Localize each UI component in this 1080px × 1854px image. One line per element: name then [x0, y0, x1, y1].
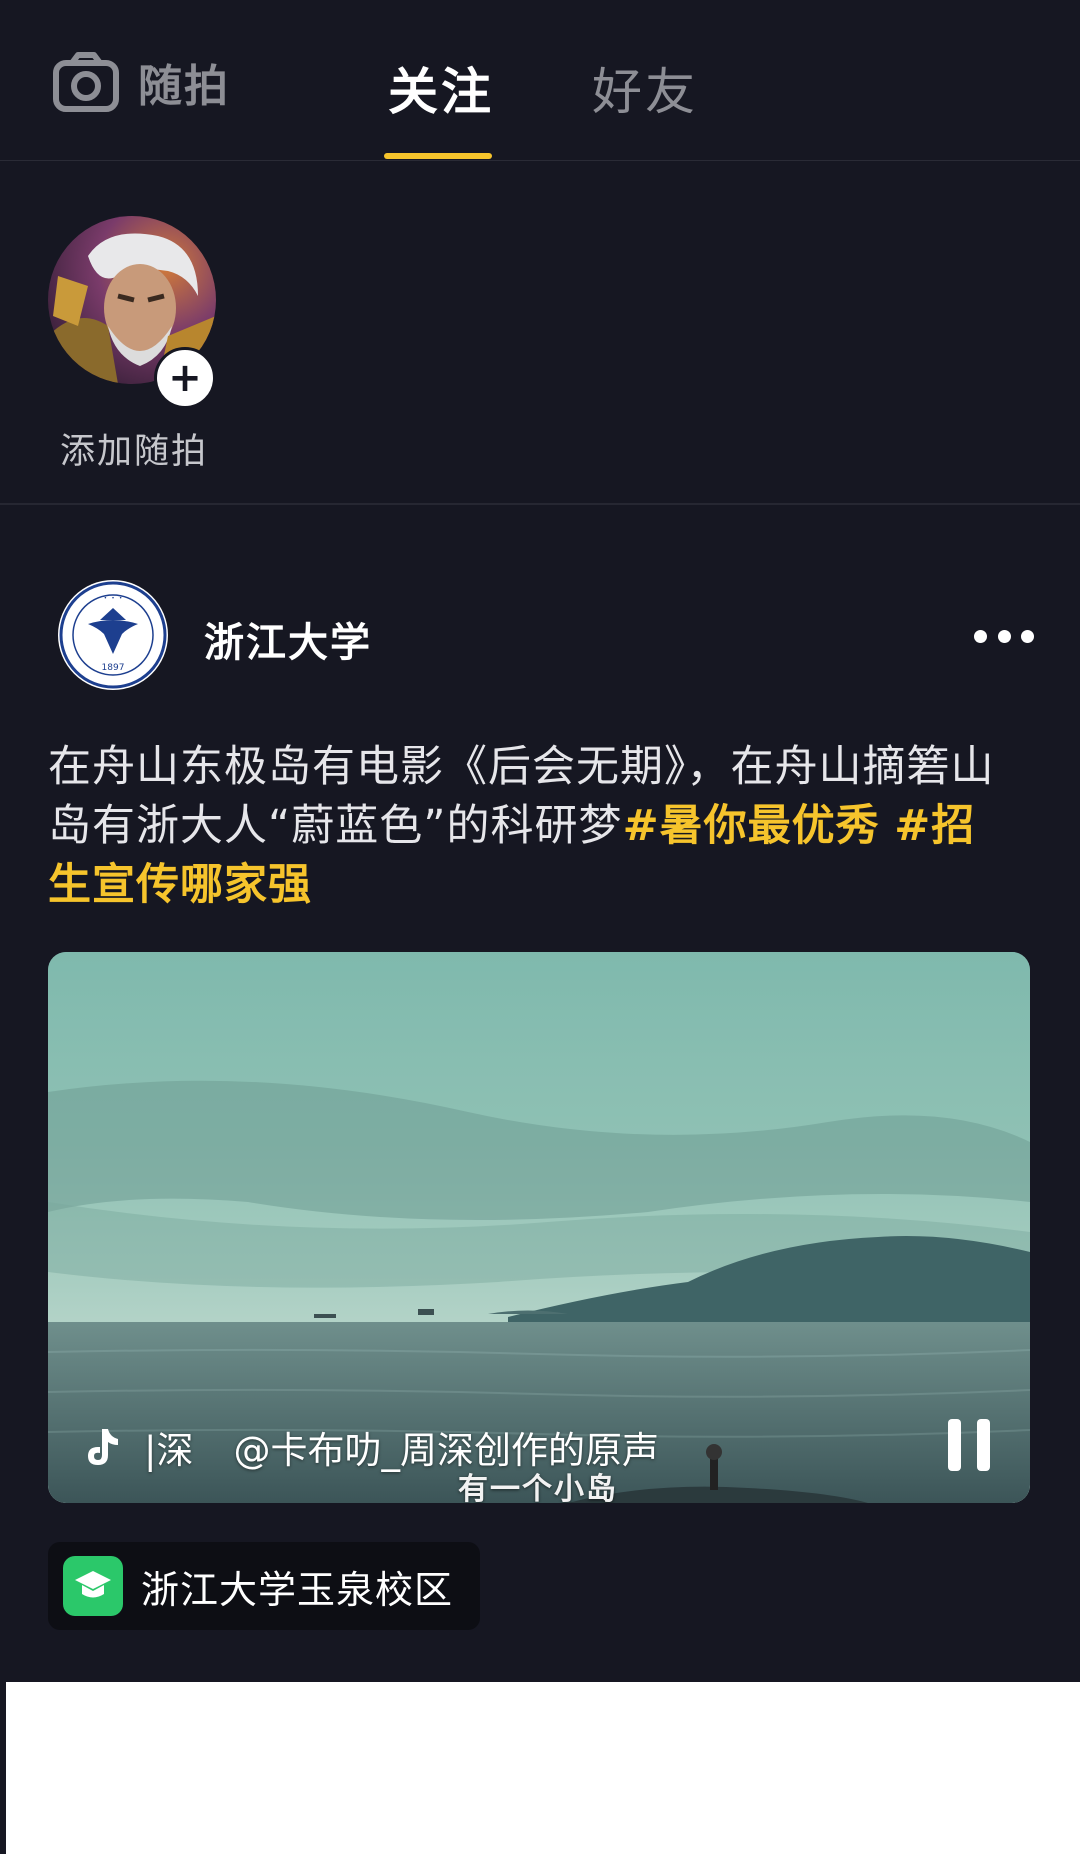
add-story-label: 添加随拍	[60, 432, 209, 472]
hashtag-1[interactable]: #暑你最优秀	[623, 801, 880, 851]
camera-icon	[53, 52, 119, 112]
suipai-label: 随拍	[138, 61, 230, 112]
location-label: 浙江大学玉泉校区	[141, 1567, 454, 1612]
music-short-title: |深	[144, 1429, 194, 1472]
page: 随拍 关注 好友 + 添加随拍 · · · 1897 浙江大学 在舟山东极岛有电…	[0, 0, 1080, 1854]
video-player[interactable]: |深 @卡布叻_周深创作的原声 有一个小岛	[48, 952, 1030, 1503]
post-caption: 在舟山东极岛有电影《后会无期》，在舟山摘箬山岛有浙大人“蔚蓝色”的科研梦#暑你最…	[48, 738, 1018, 915]
svg-text:1897: 1897	[102, 663, 125, 673]
tab-friends[interactable]: 好友	[592, 52, 698, 124]
bottom-panel	[6, 1682, 1080, 1854]
location-tag[interactable]: 浙江大学玉泉校区	[48, 1542, 480, 1630]
author-avatar[interactable]: · · · 1897	[58, 580, 168, 690]
pause-icon[interactable]	[948, 1419, 990, 1471]
active-tab-indicator	[384, 153, 492, 159]
post-header: · · · 1897 浙江大学	[0, 570, 1080, 700]
tab-follow[interactable]: 关注	[388, 52, 494, 124]
suipai-button[interactable]: 随拍	[52, 46, 230, 118]
douyin-note-icon	[88, 1429, 118, 1465]
zju-logo-icon: · · · 1897	[59, 581, 167, 689]
more-dots-icon[interactable]	[974, 626, 1034, 646]
add-story-plus-icon[interactable]: +	[154, 347, 216, 409]
post-author-name[interactable]: 浙江大学	[204, 610, 372, 668]
video-subtitle: 有一个小岛	[458, 1472, 618, 1503]
story-row: + 添加随拍	[0, 161, 1080, 505]
svg-text:· · ·: · · ·	[103, 591, 122, 605]
top-tab-bar: 随拍 关注 好友	[0, 0, 1080, 161]
graduation-cap-icon	[63, 1556, 123, 1616]
